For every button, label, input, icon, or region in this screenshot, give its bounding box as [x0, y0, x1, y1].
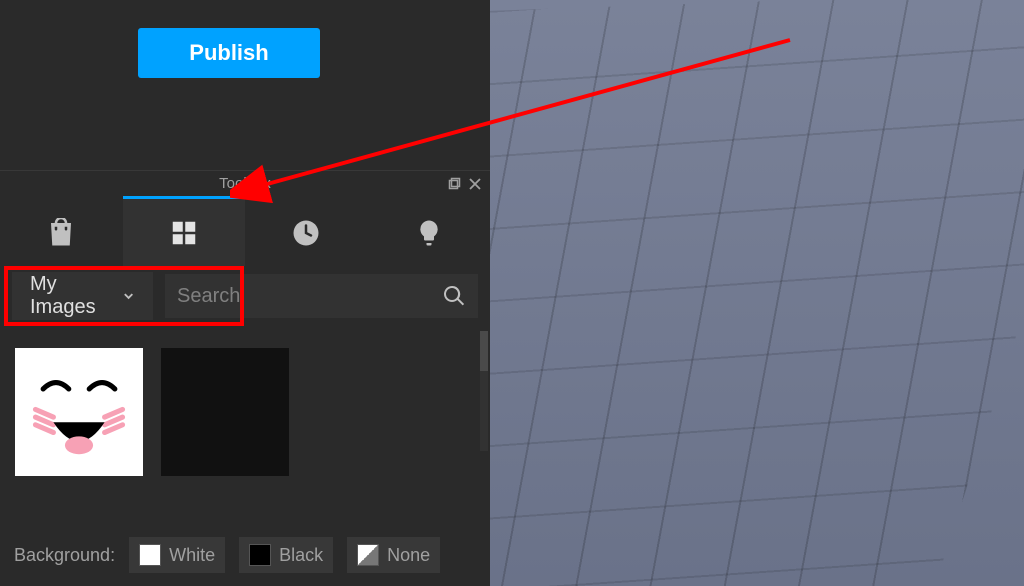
clock-icon — [291, 218, 321, 248]
swatch-black-icon — [249, 544, 271, 566]
chevron-down-icon — [122, 289, 135, 303]
dropdown-selected: My Images — [30, 273, 122, 319]
tab-marketplace[interactable] — [0, 196, 123, 266]
left-panel: Publish Toolbox — [0, 0, 490, 586]
bg-option-black[interactable]: Black — [239, 537, 333, 573]
asset-item[interactable] — [161, 348, 289, 476]
3d-viewport[interactable] — [490, 0, 1024, 586]
shopping-bag-icon — [46, 218, 76, 248]
bg-option-none[interactable]: None — [347, 537, 440, 573]
close-icon[interactable] — [468, 174, 482, 199]
tab-creations[interactable] — [368, 196, 491, 266]
decal-face-thumbnail — [15, 348, 143, 476]
tab-recent[interactable] — [245, 196, 368, 266]
asset-grid — [0, 326, 490, 488]
background-label: Background: — [14, 545, 115, 566]
bg-option-white[interactable]: White — [129, 537, 225, 573]
toolbox-title: Toolbox — [219, 171, 271, 196]
background-row: Background: White Black None — [0, 532, 490, 578]
search-input[interactable] — [177, 285, 442, 308]
tab-inventory[interactable] — [123, 196, 246, 266]
swatch-none-icon — [357, 544, 379, 566]
bg-option-label: Black — [279, 545, 323, 566]
bg-option-label: White — [169, 545, 215, 566]
filter-row: My Images — [0, 266, 490, 326]
swatch-white-icon — [139, 544, 161, 566]
asset-scrollbar[interactable] — [480, 331, 488, 451]
toolbox-tab-bar — [0, 196, 490, 266]
toolbox-header: Toolbox — [0, 171, 490, 196]
publish-button[interactable]: Publish — [138, 28, 320, 78]
bg-option-label: None — [387, 545, 430, 566]
grid-icon — [169, 218, 199, 248]
category-dropdown[interactable]: My Images — [12, 272, 153, 320]
search-box — [165, 274, 478, 318]
undock-icon[interactable] — [448, 174, 462, 199]
lightbulb-icon — [414, 218, 444, 248]
scroll-thumb[interactable] — [480, 331, 488, 371]
toolbox-panel: Toolbox — [0, 170, 490, 586]
search-icon[interactable] — [442, 284, 466, 308]
asset-item[interactable] — [15, 348, 143, 476]
